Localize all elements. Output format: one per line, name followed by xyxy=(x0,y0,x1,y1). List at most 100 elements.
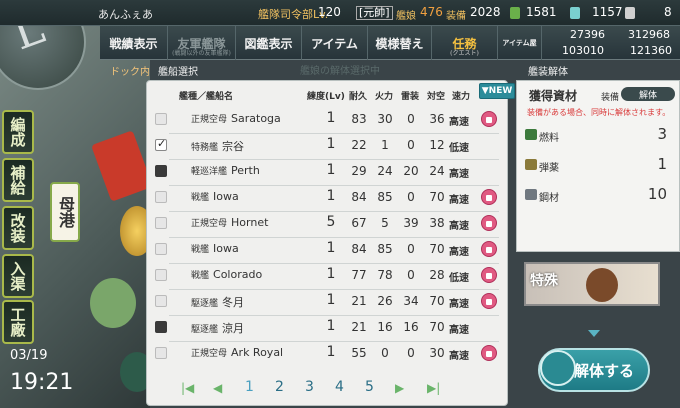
scrap-section-label: 艦装解体 xyxy=(528,66,568,78)
stat-tp: 20 xyxy=(403,164,419,178)
stat-hp: 22 xyxy=(351,138,367,152)
menu-friend-fleet-sub: (戦闘以外の友軍艦隊) xyxy=(172,50,231,57)
ship-row[interactable]: 正規空母 Saratoga 1 83 30 0 36 高速 xyxy=(147,107,507,133)
select-checkbox[interactable] xyxy=(155,347,167,359)
menu-furniture[interactable]: 模様替え xyxy=(368,26,432,60)
ship-type: 正規空母 xyxy=(191,219,228,229)
menu-item-list[interactable]: アイテム xyxy=(302,26,368,60)
stat-fp: 5 xyxy=(381,216,389,230)
ships-label: 艦娘 xyxy=(396,11,416,22)
side-button-organize[interactable]: 編成 xyxy=(2,110,34,154)
stat-speed: 高速 xyxy=(449,169,469,180)
select-checkbox[interactable] xyxy=(155,113,167,125)
stat-aa: 24 xyxy=(429,164,445,178)
ghost-section-label: 艦娘の解体選択中 xyxy=(300,66,380,77)
stat-hp: 77 xyxy=(351,268,367,282)
ship-row[interactable]: 軽巡洋艦 Perth 1 29 24 20 24 高速 xyxy=(147,159,507,185)
ship-row[interactable]: 正規空母 Hornet 5 67 5 39 38 高速 xyxy=(147,211,507,237)
item-shop-button[interactable]: アイテム屋 xyxy=(498,26,542,60)
side-button-remodel[interactable]: 改装 xyxy=(2,206,34,250)
decoration-flag xyxy=(91,130,153,202)
ship-type-name: 特務艦 宗谷 xyxy=(191,138,244,154)
select-checkbox[interactable]: ✓ xyxy=(155,137,167,151)
ship-type: 戦艦 xyxy=(191,193,210,203)
ship-type: 特務艦 xyxy=(191,143,219,153)
ship-row[interactable]: 戦艦 Iowa 1 84 85 0 70 高速 xyxy=(147,185,507,211)
stat-speed: 高速 xyxy=(449,247,469,258)
page-2[interactable]: 2 xyxy=(275,379,284,395)
select-checkbox[interactable] xyxy=(155,243,167,255)
stat-hp: 21 xyxy=(351,294,367,308)
home-port-button[interactable]: 母港 xyxy=(50,182,80,242)
bauxite-amount: 121360 xyxy=(630,44,672,57)
screen: L 編成 補給 改装 入渠 工廠 母港 03/19 19:21 あんふぇあ 艦隊… xyxy=(0,0,680,408)
header-tp: 雷装 xyxy=(401,92,420,102)
lock-icon xyxy=(481,215,497,231)
select-checkbox[interactable] xyxy=(155,321,167,333)
ship-name: 宗谷 xyxy=(222,140,245,153)
stat-speed: 低速 xyxy=(449,143,469,154)
main-menu-bar: 戦績表示 友軍艦隊 (戦闘以外の友軍艦隊) 図鑑表示 アイテム 模様替え 任務 (ク… xyxy=(100,26,680,60)
stat-fp: 0 xyxy=(381,346,389,360)
page-3[interactable]: 3 xyxy=(305,379,314,395)
menu-record[interactable]: 戦績表示 xyxy=(100,26,168,60)
stat-aa: 12 xyxy=(429,138,445,152)
menu-item-list-label: アイテム xyxy=(311,36,358,51)
stat-aa: 28 xyxy=(429,268,445,282)
lock-icon xyxy=(481,293,497,309)
ship-type-name: 軽巡洋艦 Perth xyxy=(191,164,260,177)
select-checkbox[interactable] xyxy=(155,269,167,281)
side-button-supply[interactable]: 補給 xyxy=(2,158,34,202)
select-checkbox[interactable] xyxy=(155,217,167,229)
ship-row[interactable]: 戦艦 Iowa 1 84 85 0 70 高速 xyxy=(147,237,507,263)
ship-name: Ark Royal xyxy=(231,346,284,359)
side-button-label: 改装 xyxy=(8,213,27,243)
ship-row[interactable]: 駆逐艦 冬月 1 21 26 34 70 高速 xyxy=(147,289,507,315)
stat-tp: 16 xyxy=(403,320,419,334)
side-button-dock[interactable]: 入渠 xyxy=(2,254,34,298)
stat-hp: 21 xyxy=(351,320,367,334)
first-page-icon[interactable]: |◀ xyxy=(181,381,194,395)
select-checkbox[interactable] xyxy=(155,165,167,177)
steel-amount: 103010 xyxy=(562,44,604,57)
ship-row[interactable]: 駆逐艦 涼月 1 21 16 16 70 高速 xyxy=(147,315,507,341)
stat-aa: 38 xyxy=(429,216,445,230)
menu-album[interactable]: 図鑑表示 xyxy=(236,26,302,60)
stat-hp: 83 xyxy=(351,112,367,126)
ship-type-name: 駆逐艦 冬月 xyxy=(191,294,244,310)
lock-icon xyxy=(481,189,497,205)
ship-name: Saratoga xyxy=(231,112,281,125)
side-button-arsenal[interactable]: 工廠 xyxy=(2,300,34,344)
ship-row[interactable]: ✓ 特務艦 宗谷 1 22 1 0 12 低速 xyxy=(147,133,507,159)
stat-hp: 84 xyxy=(351,242,367,256)
stat-fp: 1 xyxy=(381,138,389,152)
ship-name: Colorado xyxy=(213,268,263,281)
stat-lv: 1 xyxy=(326,292,336,308)
ammo-amount: 312968 xyxy=(628,28,670,41)
select-checkbox[interactable] xyxy=(155,295,167,307)
clock-time: 19:21 xyxy=(10,370,74,395)
page-5[interactable]: 5 xyxy=(365,379,374,395)
ship-type: 正規空母 xyxy=(191,349,228,359)
ship-type: 正規空母 xyxy=(191,115,228,125)
select-checkbox[interactable] xyxy=(155,191,167,203)
ship-row[interactable]: 正規空母 Ark Royal 1 55 0 0 30 高速 xyxy=(147,341,507,367)
ship-row[interactable]: 戦艦 Colorado 1 77 78 0 28 低速 xyxy=(147,263,507,289)
page-4[interactable]: 4 xyxy=(335,379,344,395)
menu-friend-fleet[interactable]: 友軍艦隊 (戦闘以外の友軍艦隊) xyxy=(168,26,236,60)
clock-date: 03/19 xyxy=(10,348,48,363)
stat-tp: 0 xyxy=(407,190,415,204)
last-page-icon[interactable]: ▶| xyxy=(427,381,440,395)
sort-new-button[interactable]: ▼ NEW xyxy=(479,83,515,99)
page-1[interactable]: 1 xyxy=(245,379,254,395)
equip-scrap-toggle-label: 解体 xyxy=(638,90,657,101)
prev-page-icon[interactable]: ◀ xyxy=(213,381,222,395)
stat-lv: 5 xyxy=(326,214,336,230)
screw-count: 8 xyxy=(664,5,672,19)
scrap-result-panel: 獲得資材 装備 解体 装備がある場合、同時に解体されます。 燃料 3 弾薬 1 … xyxy=(516,80,680,252)
equip-scrap-toggle[interactable]: 解体 xyxy=(621,87,675,101)
ammo-icon xyxy=(525,159,537,170)
menu-quest[interactable]: 任務 (クエスト) xyxy=(432,26,498,60)
next-page-icon[interactable]: ▶ xyxy=(395,381,404,395)
stat-lv: 1 xyxy=(326,188,336,204)
